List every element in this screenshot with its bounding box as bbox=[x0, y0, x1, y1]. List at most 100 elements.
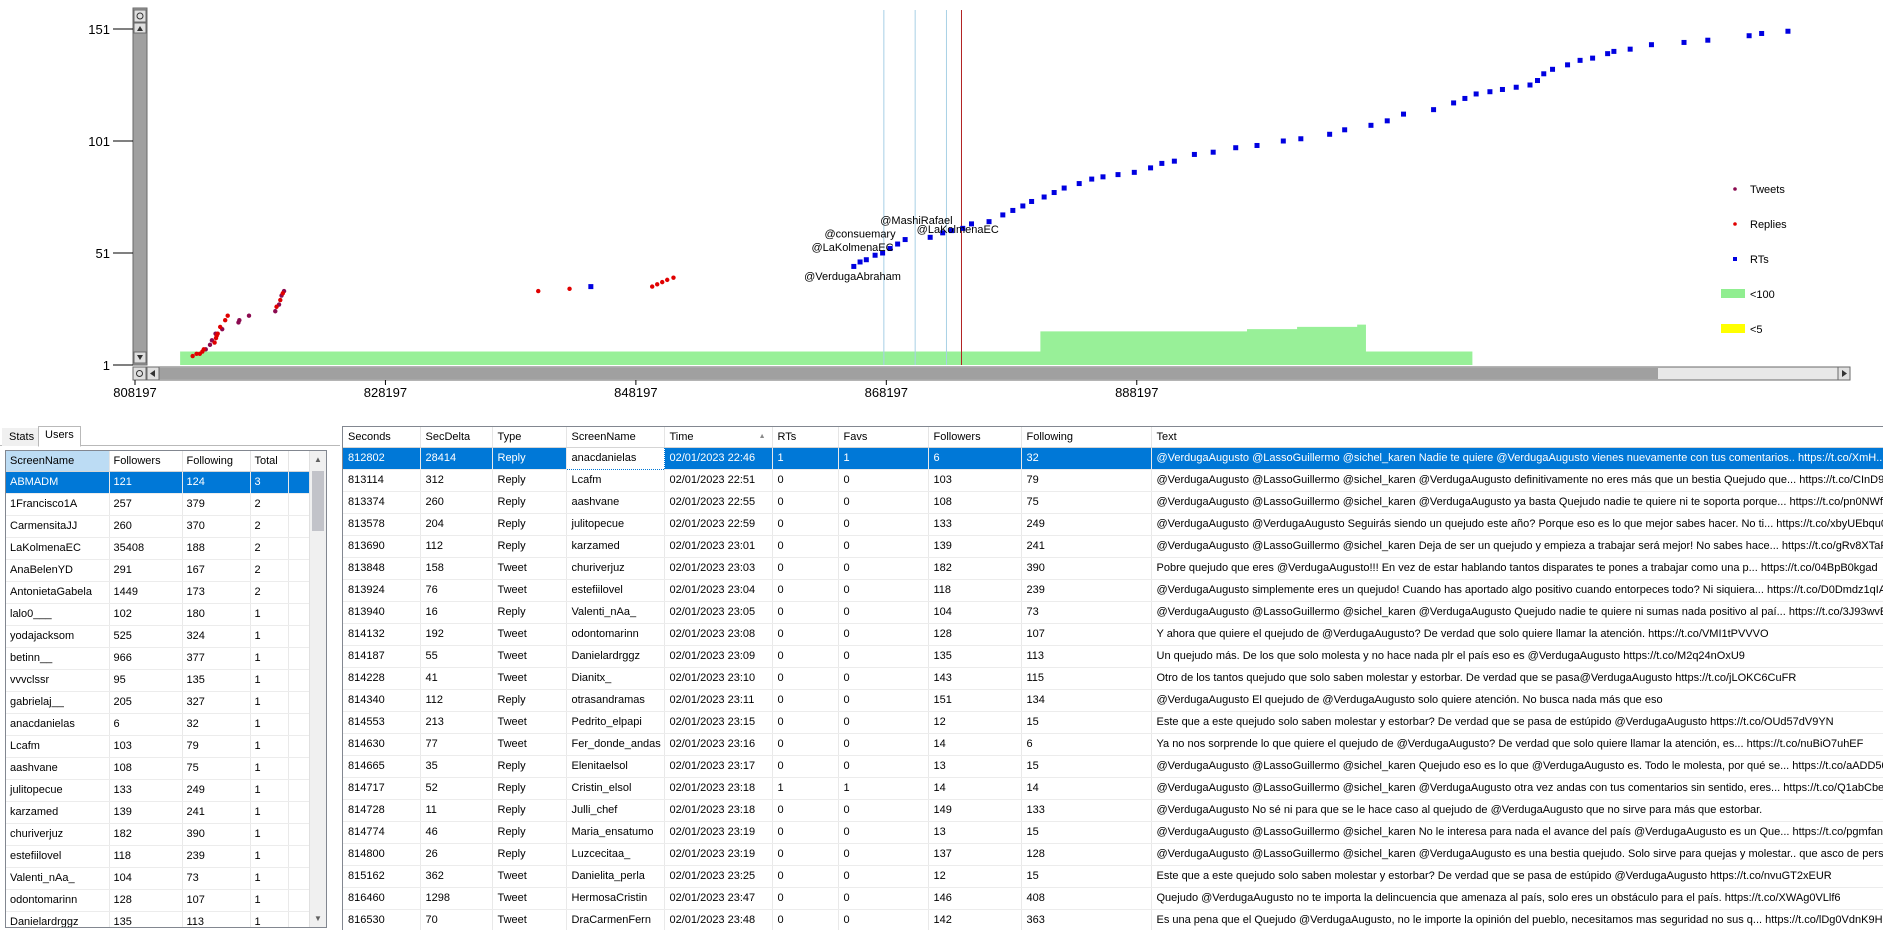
tweet-row[interactable]: 813940 16 Reply Valenti_nAa_ 02/01/2023 23:0… bbox=[343, 601, 1883, 624]
tweet-row[interactable]: 813114 312 Reply Lcafm 02/01/2023 22:51 0 0 103… bbox=[343, 469, 1883, 492]
tweets-header-label: SecDelta bbox=[425, 430, 471, 443]
scroll-up-icon[interactable]: ▲ bbox=[310, 451, 326, 468]
users-scrollbar[interactable]: ▲ ▼ bbox=[309, 451, 326, 927]
user-row[interactable]: Danielardrggz 135 113 1 bbox=[6, 911, 312, 927]
tweet-point bbox=[273, 309, 278, 314]
tweet-row[interactable]: 814340 112 Reply otrasandramas 02/01/2023 23… bbox=[343, 689, 1883, 712]
scroll-down-icon[interactable]: ▼ bbox=[310, 910, 326, 927]
tab-stats[interactable]: Stats bbox=[2, 428, 42, 446]
tweets-header-text[interactable]: Text bbox=[1151, 427, 1883, 448]
user-cell-following: 180 bbox=[182, 603, 251, 626]
tweet-cell-secdelta: 11 bbox=[420, 799, 493, 822]
user-row[interactable]: anacdanielas 6 32 1 bbox=[6, 713, 312, 736]
tweets-header-favs[interactable]: Favs bbox=[838, 427, 929, 448]
user-row[interactable]: Lcafm 103 79 1 bbox=[6, 735, 312, 758]
tweet-row[interactable]: 816460 1298 Tweet HermosaCristin 02/01/2023 … bbox=[343, 887, 1883, 910]
user-row[interactable]: yodajacksom 525 324 1 bbox=[6, 625, 312, 648]
user-row[interactable]: julitopecue 133 249 1 bbox=[6, 779, 312, 802]
user-row[interactable]: gabrielaj__ 205 327 1 bbox=[6, 691, 312, 714]
user-row[interactable]: karzamed 139 241 1 bbox=[6, 801, 312, 824]
tweet-cell-seconds: 813848 bbox=[343, 557, 421, 580]
user-row[interactable]: churiverjuz 182 390 1 bbox=[6, 823, 312, 846]
user-row[interactable]: vvvclssr 95 135 1 bbox=[6, 669, 312, 692]
tweets-header-time[interactable]: Time ▲ bbox=[664, 427, 773, 448]
scroll-thumb[interactable] bbox=[312, 471, 324, 531]
tweet-cell-seconds: 814774 bbox=[343, 821, 421, 844]
y-tick-label: 1 bbox=[103, 358, 110, 373]
user-row[interactable]: LaKolmenaEC 35408 188 2 bbox=[6, 537, 312, 560]
tweet-row[interactable]: 813690 112 Reply karzamed 02/01/2023 23:01 0 0… bbox=[343, 535, 1883, 558]
tweet-cell-rts: 0 bbox=[772, 579, 839, 602]
tweet-cell-seconds: 814717 bbox=[343, 777, 421, 800]
rt-point bbox=[1451, 100, 1457, 106]
tweet-row[interactable]: 814728 11 Reply Julli_chef 02/01/2023 23:18 0… bbox=[343, 799, 1883, 822]
tweets-header-rts[interactable]: RTs bbox=[772, 427, 839, 448]
tweet-row[interactable]: 814800 26 Reply Luzcecitaa_ 02/01/2023 23:19… bbox=[343, 843, 1883, 866]
user-cell-total: 1 bbox=[250, 691, 289, 714]
tweets-header-secdelta[interactable]: SecDelta bbox=[420, 427, 493, 448]
tweet-cell-secdelta: 77 bbox=[420, 733, 493, 756]
tweet-cell-followers: 14 bbox=[928, 733, 1022, 756]
h-zoom-reset-icon[interactable] bbox=[132, 366, 147, 381]
tweet-row[interactable]: 814717 52 Reply Cristin_elsol 02/01/2023 23:… bbox=[343, 777, 1883, 800]
user-row[interactable]: 1Francisco1A 257 379 2 bbox=[6, 493, 312, 516]
reply-point bbox=[665, 277, 670, 283]
user-row[interactable]: Valenti_nAa_ 104 73 1 bbox=[6, 867, 312, 890]
tweet-cell-type: Tweet bbox=[492, 733, 567, 756]
user-row[interactable]: AntonietaGabela 1449 173 2 bbox=[6, 581, 312, 604]
rt-point bbox=[1759, 30, 1765, 36]
tweet-row[interactable]: 814132 192 Tweet odontomarinn 02/01/2023 23:… bbox=[343, 623, 1883, 646]
user-cell-screenname: aashvane bbox=[6, 757, 110, 780]
tweet-row[interactable]: 813924 76 Tweet estefiilovel 02/01/2023 23:0… bbox=[343, 579, 1883, 602]
tweet-cell-favs: 0 bbox=[838, 865, 929, 888]
tweet-row[interactable]: 813374 260 Reply aashvane 02/01/2023 22:55 0 0… bbox=[343, 491, 1883, 514]
tweet-cell-time: 02/01/2023 23:25 bbox=[664, 865, 773, 888]
users-header-following[interactable]: Following bbox=[182, 451, 251, 472]
users-header-total[interactable]: Total bbox=[250, 451, 289, 472]
tweet-cell-rts: 0 bbox=[772, 513, 839, 536]
tweet-row[interactable]: 814774 46 Reply Maria_ensatumo 02/01/2023 23… bbox=[343, 821, 1883, 844]
rt-point bbox=[1061, 185, 1067, 191]
users-header-followers[interactable]: Followers bbox=[109, 451, 183, 472]
tweet-row[interactable]: 814553 213 Tweet Pedrito_elpapi 02/01/2023 2… bbox=[343, 711, 1883, 734]
tweet-row[interactable]: 814228 41 Tweet Dianitx_ 02/01/2023 23:10 0 0 1… bbox=[343, 667, 1883, 690]
tweet-row[interactable]: 815162 362 Tweet Danielita_perla 02/01/2023 … bbox=[343, 865, 1883, 888]
tweet-row[interactable]: 813848 158 Tweet churiverjuz 02/01/2023 23:0… bbox=[343, 557, 1883, 580]
user-row[interactable]: betinn__ 966 377 1 bbox=[6, 647, 312, 670]
vertical-zoom-scrollbar[interactable] bbox=[132, 7, 148, 366]
user-cell-screenname: odontomarinn bbox=[6, 889, 110, 912]
users-header-screenname[interactable]: ScreenName bbox=[6, 451, 110, 472]
tweets-header-seconds[interactable]: Seconds bbox=[343, 427, 421, 448]
tweets-header-followers[interactable]: Followers bbox=[928, 427, 1022, 448]
tweet-row[interactable]: 814187 55 Tweet Danielardrggz 02/01/2023 23:… bbox=[343, 645, 1883, 668]
tweets-table-panel: Seconds SecDelta Type ScreenName Time ▲ RTs Fav… bbox=[342, 426, 1883, 930]
user-row[interactable]: CarmensitaJJ 260 370 2 bbox=[6, 515, 312, 538]
tweet-row[interactable]: 816530 70 Tweet DraCarmenFern 02/01/2023 23:… bbox=[343, 909, 1883, 930]
tweet-row[interactable]: 812802 28414 Reply anacdanielas 02/01/2023 2… bbox=[343, 446, 1883, 470]
timeline-chart-svg: 151101151808197 828197 848197 868197 888197 … bbox=[88, 7, 1851, 400]
user-row[interactable]: AnaBelenYD 291 167 2 bbox=[6, 559, 312, 582]
tweets-header-following[interactable]: Following bbox=[1021, 427, 1152, 448]
user-row[interactable]: odontomarinn 128 107 1 bbox=[6, 889, 312, 912]
tweet-cell-secdelta: 35 bbox=[420, 755, 493, 778]
rt-point bbox=[1681, 39, 1687, 45]
tab-users[interactable]: Users bbox=[38, 426, 81, 447]
tweets-header-type[interactable]: Type bbox=[492, 427, 567, 448]
tweet-cell-following: 6 bbox=[1021, 733, 1152, 756]
user-row[interactable]: estefiilovel 118 239 1 bbox=[6, 845, 312, 868]
users-header-extra[interactable] bbox=[288, 451, 312, 472]
tweet-row[interactable]: 814665 35 Reply Elenitaelsol 02/01/2023 23:1… bbox=[343, 755, 1883, 778]
tweet-row[interactable]: 813578 204 Reply julitopecue 02/01/2023 22:5… bbox=[343, 513, 1883, 536]
rt-point bbox=[902, 237, 908, 243]
user-row[interactable]: lalo0___ 102 180 1 bbox=[6, 603, 312, 626]
user-row[interactable]: aashvane 108 75 1 bbox=[6, 757, 312, 780]
tweet-cell-time: 02/01/2023 22:59 bbox=[664, 513, 773, 536]
tweets-header-label: Time bbox=[669, 430, 694, 443]
h-scroll-thumb[interactable] bbox=[148, 368, 1658, 379]
tweet-row[interactable]: 814630 77 Tweet Fer_donde_andas 02/01/2023 2… bbox=[343, 733, 1883, 756]
tweets-header-screenname[interactable]: ScreenName bbox=[566, 427, 665, 448]
zoom-reset-icon[interactable] bbox=[133, 9, 147, 23]
tweet-cell-type: Tweet bbox=[492, 865, 567, 888]
user-row[interactable]: ABMADM 121 124 3 bbox=[6, 471, 312, 494]
rt-point bbox=[1076, 181, 1082, 187]
